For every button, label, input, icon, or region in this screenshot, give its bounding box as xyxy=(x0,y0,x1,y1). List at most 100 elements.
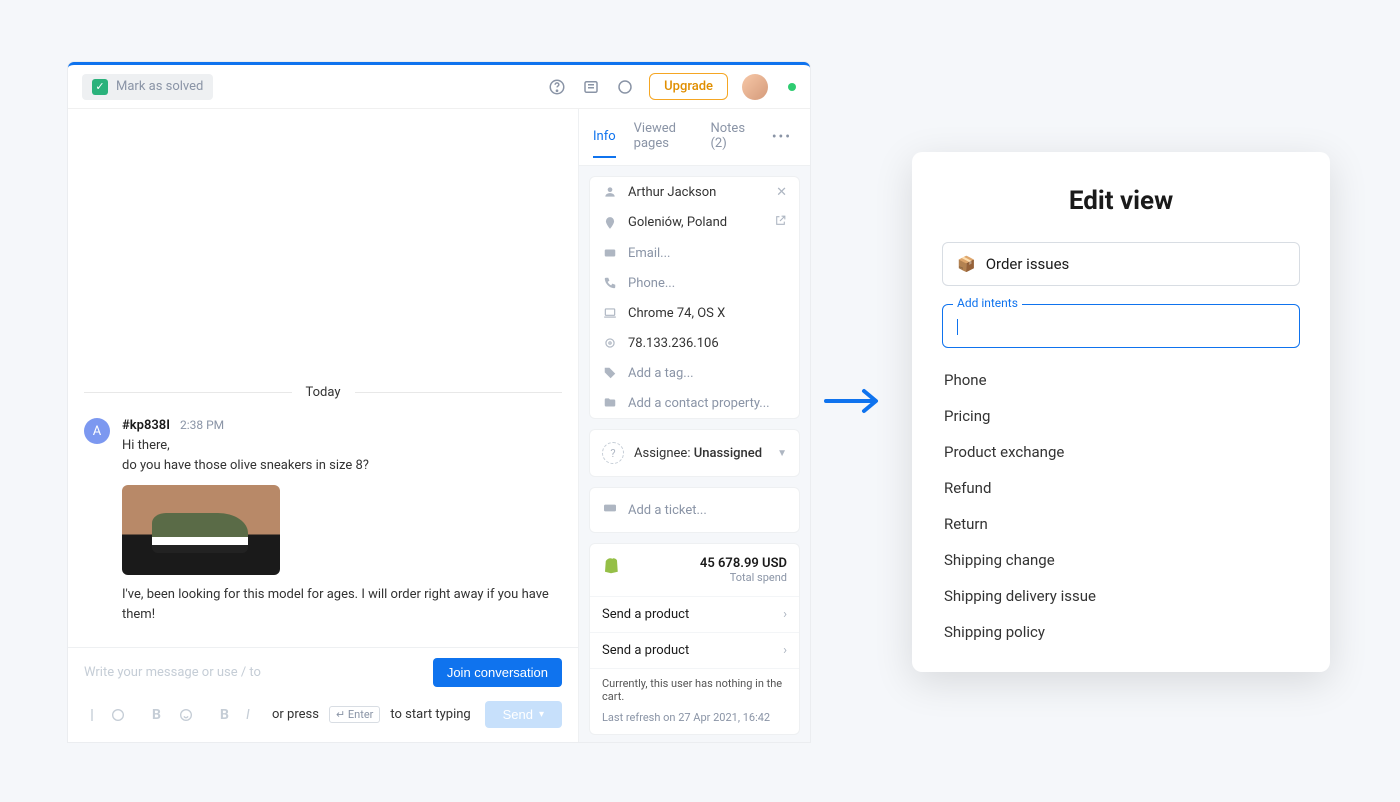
tab-notes[interactable]: Notes (2) xyxy=(710,109,749,165)
mark-as-solved-button[interactable]: ✓ Mark as solved xyxy=(82,74,213,100)
chevron-right-icon: › xyxy=(783,607,787,622)
tabs-more-icon[interactable]: ••• xyxy=(768,129,796,145)
laptop-icon xyxy=(602,305,618,321)
tab-info[interactable]: Info xyxy=(593,117,616,158)
message: A #kp838I 2:38 PM Hi there, do you have … xyxy=(84,418,562,624)
close-icon[interactable]: ✕ xyxy=(776,185,787,200)
message-time: 2:38 PM xyxy=(180,418,224,432)
text-cursor xyxy=(957,319,958,335)
enter-key: ↵ Enter xyxy=(329,706,380,723)
upgrade-button[interactable]: Upgrade xyxy=(649,73,728,100)
chat-column: Today A #kp838I 2:38 PM Hi there, do you… xyxy=(68,109,578,742)
assignee-panel[interactable]: ? Assignee: Unassigned ▼ xyxy=(589,429,800,477)
chat-app: ✓ Mark as solved Upgrade Today A xyxy=(68,62,810,742)
intent-option[interactable]: Pricing xyxy=(942,398,1300,434)
contact-email-row[interactable]: Email... xyxy=(590,238,799,268)
send-product-row[interactable]: Send a product › xyxy=(590,632,799,668)
contact-phone-row[interactable]: Phone... xyxy=(590,268,799,298)
details-sidebar: Info Viewed pages Notes (2) ••• Arthur J… xyxy=(578,109,810,742)
message-id: #kp838I xyxy=(122,418,170,433)
view-name-field[interactable]: 📦 Order issues xyxy=(942,242,1300,286)
chevron-down-icon: ▼ xyxy=(777,448,787,459)
add-tag-row[interactable]: Add a tag... xyxy=(590,358,799,388)
intents-dropdown: Phone Pricing Product exchange Refund Re… xyxy=(942,362,1300,650)
intent-option[interactable]: Shipping policy xyxy=(942,614,1300,650)
composer: Write your message or use / to Join conv… xyxy=(68,647,578,742)
join-conversation-button[interactable]: Join conversation xyxy=(433,658,562,687)
send-button[interactable]: Send▾ xyxy=(485,701,562,728)
contact-name-row: Arthur Jackson ✕ xyxy=(590,177,799,207)
user-avatar[interactable] xyxy=(742,74,768,100)
check-icon: ✓ xyxy=(92,79,108,95)
emoji-icon[interactable] xyxy=(110,707,126,723)
contact-location-row: Goleniów, Poland xyxy=(590,207,799,238)
bold2-icon[interactable]: B xyxy=(220,707,236,723)
target-icon xyxy=(602,335,618,351)
add-tag-label: Add a tag... xyxy=(628,366,694,381)
edit-view-panel: Edit view 📦 Order issues Add intents Pho… xyxy=(912,152,1330,672)
to-start-label: to start typing xyxy=(390,707,470,722)
intent-option[interactable]: Refund xyxy=(942,470,1300,506)
message-line: Hi there, xyxy=(122,436,562,456)
phone-icon xyxy=(602,275,618,291)
intent-option[interactable]: Return xyxy=(942,506,1300,542)
contact-name: Arthur Jackson xyxy=(628,185,716,200)
ticket-icon xyxy=(602,500,618,520)
intent-option[interactable]: Shipping change xyxy=(942,542,1300,578)
intent-option[interactable]: Shipping delivery issue xyxy=(942,578,1300,614)
contact-ip-row: 78.133.236.106 xyxy=(590,328,799,358)
shopify-panel: 45 678.99 USD Total spend Send a product… xyxy=(589,543,800,735)
ticket-panel[interactable]: Add a ticket... xyxy=(589,487,800,533)
help-icon[interactable] xyxy=(547,77,567,97)
contact-location: Goleniów, Poland xyxy=(628,215,727,230)
add-intents-input[interactable]: Add intents xyxy=(942,304,1300,348)
smiley-icon[interactable] xyxy=(178,707,194,723)
mark-solved-label: Mark as solved xyxy=(116,79,203,94)
external-link-icon[interactable] xyxy=(774,214,787,231)
presence-indicator xyxy=(788,83,796,91)
or-press-label: or press xyxy=(272,707,319,722)
intent-option[interactable]: Product exchange xyxy=(942,434,1300,470)
add-property-row[interactable]: Add a contact property... xyxy=(590,388,799,418)
email-icon xyxy=(602,245,618,261)
assignee-label: Assignee: Unassigned xyxy=(634,446,762,461)
contact-phone-placeholder: Phone... xyxy=(628,276,675,291)
news-icon[interactable] xyxy=(581,77,601,97)
sidebar-tabs: Info Viewed pages Notes (2) ••• xyxy=(579,109,810,166)
italic-icon[interactable]: I xyxy=(246,707,262,723)
topbar: ✓ Mark as solved Upgrade xyxy=(68,65,810,109)
edit-view-title: Edit view xyxy=(942,186,1300,216)
tab-viewed-pages[interactable]: Viewed pages xyxy=(634,109,693,165)
attachment-icon[interactable] xyxy=(84,707,100,723)
contact-device: Chrome 74, OS X xyxy=(628,306,725,321)
contact-email-placeholder: Email... xyxy=(628,246,670,261)
add-property-label: Add a contact property... xyxy=(628,396,770,411)
date-separator: Today xyxy=(84,385,562,400)
intent-option[interactable]: Phone xyxy=(942,362,1300,398)
total-spend-amount: 45 678.99 USD xyxy=(700,556,787,571)
person-icon xyxy=(602,184,618,200)
location-icon xyxy=(602,215,618,231)
last-refresh: Last refresh on 27 Apr 2021, 16:42 xyxy=(590,711,799,734)
add-ticket-label: Add a ticket... xyxy=(628,503,707,518)
assignee-avatar-icon: ? xyxy=(602,442,624,464)
tag-icon xyxy=(602,365,618,381)
arrow-icon xyxy=(824,388,886,418)
composer-placeholder[interactable]: Write your message or use / to xyxy=(84,665,423,680)
message-line: do you have those olive sneakers in size… xyxy=(122,456,562,476)
package-icon: 📦 xyxy=(957,255,976,273)
contact-device-row: Chrome 74, OS X xyxy=(590,298,799,328)
send-product-row[interactable]: Send a product › xyxy=(590,596,799,632)
folder-icon xyxy=(602,395,618,411)
view-name-value: Order issues xyxy=(986,255,1070,273)
bold-icon[interactable]: B xyxy=(152,707,168,723)
message-avatar: A xyxy=(84,418,110,444)
message-image[interactable] xyxy=(122,485,280,575)
topbar-actions: Upgrade xyxy=(547,73,796,100)
refresh-icon[interactable] xyxy=(615,77,635,97)
add-intents-label: Add intents xyxy=(953,296,1022,310)
contact-panel: Arthur Jackson ✕ Goleniów, Poland Email.… xyxy=(589,176,800,419)
chevron-right-icon: › xyxy=(783,643,787,658)
contact-ip: 78.133.236.106 xyxy=(628,336,719,351)
shopify-icon xyxy=(602,556,620,574)
